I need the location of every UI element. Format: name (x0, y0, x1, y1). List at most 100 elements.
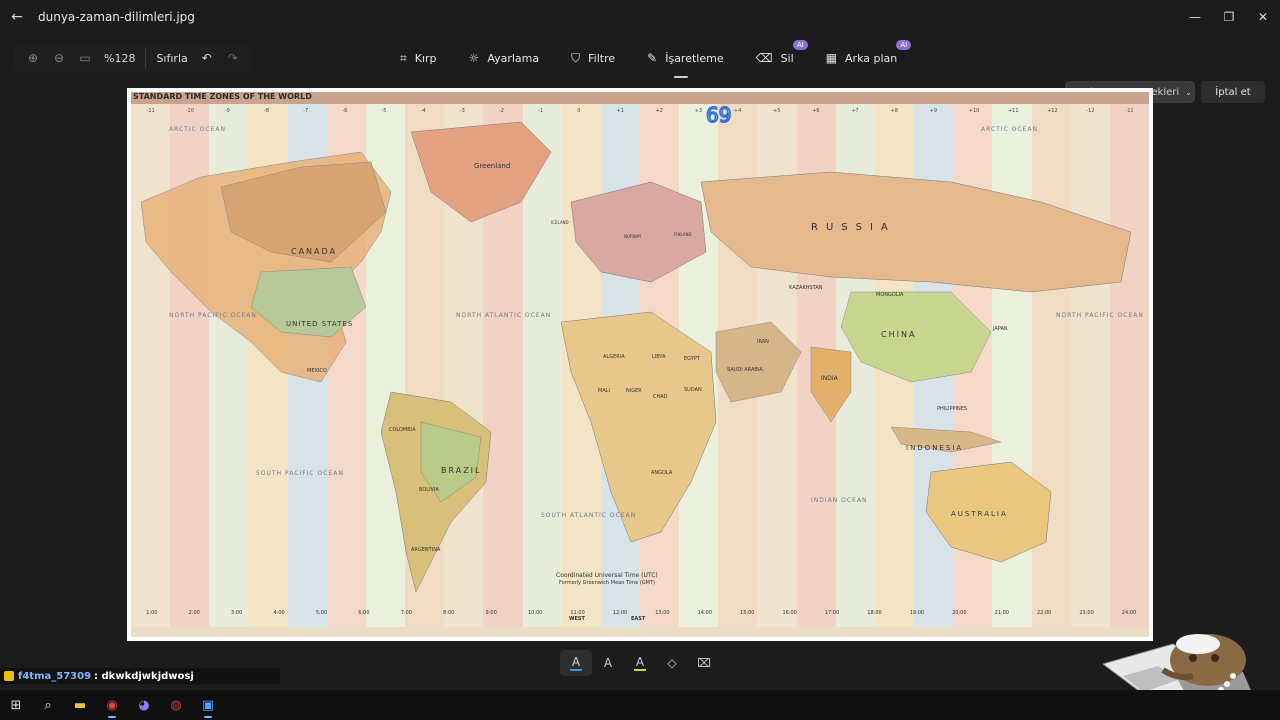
time-label: 19:00 (909, 610, 925, 616)
country-label: RUSSIA (811, 222, 896, 233)
fit-to-window-icon[interactable]: ▭ (72, 45, 98, 71)
time-label: 3:00 (231, 610, 243, 616)
start-windows-icon[interactable]: ⊞ (0, 690, 32, 720)
erase-icon: ⌫ (755, 51, 773, 65)
zone-label: 0 (577, 108, 581, 114)
cancel-button[interactable]: İptal et (1201, 81, 1265, 103)
clear-ink-icon: ⌧ (697, 656, 711, 670)
tool-label: İşaretleme (665, 51, 724, 65)
tool-erase[interactable]: ⌫ Sil AI (746, 40, 808, 72)
tool-label: Kırp (414, 51, 437, 65)
country-label: CANADA (291, 247, 338, 256)
image-canvas[interactable]: 69 STANDARD TIME ZONES OF THE WORLD -11 -… (127, 88, 1153, 641)
tool-label: Arka plan (845, 51, 898, 65)
zoom-in-icon[interactable]: ⊕ (20, 45, 46, 71)
tool-label: Ayarlama (487, 51, 540, 65)
chevron-down-icon: ⌄ (1185, 87, 1192, 97)
search-icon[interactable]: ⌕ (32, 690, 64, 720)
highlighter-tool[interactable]: A (624, 650, 656, 676)
markup-toolbar: A A A ◇ ⌧ (560, 650, 720, 676)
country-label: INDIA (821, 375, 838, 382)
time-zone-map: 69 STANDARD TIME ZONES OF THE WORLD -11 -… (131, 92, 1149, 637)
edit-tools: ⌗ Kırp ☼ Ayarlama ⛉ Filtre ✎ İşaretleme … (390, 40, 919, 78)
zone-label: -2 (498, 108, 504, 114)
world-landmasses: 69 (140, 102, 1132, 593)
zone-label: -7 (303, 108, 309, 114)
chat-message: : dkwkdjwkjdwosj (94, 670, 194, 682)
country-label: CHINA (881, 330, 917, 339)
country-label: COLOMBIA (389, 427, 416, 433)
pen-icon: A (569, 655, 583, 671)
taskbar: ⊞ ⌕ ▬ ◉ ◕ ◍ ▣ (0, 690, 1280, 720)
ocean-label: ARCTIC OCEAN (981, 126, 1038, 133)
bottom-time-labels: 1:00 2:00 3:00 4:00 5:00 6:00 7:00 8:00 9:00 10:0… (131, 610, 1149, 630)
time-label: 4:00 (273, 610, 285, 616)
tool-label: Sil (780, 51, 794, 65)
pencil-icon: A (603, 656, 613, 670)
tool-label: Filtre (588, 51, 616, 65)
minimize-icon[interactable]: — (1178, 0, 1212, 34)
country-label: ICELAND (551, 220, 569, 225)
photos-icon[interactable]: ▣ (192, 690, 224, 720)
ballpoint-pen-tool[interactable]: A (560, 650, 592, 676)
time-label: 9:00 (485, 610, 497, 616)
country-label: ARGENTINA (411, 547, 441, 553)
country-label: AUSTRALIA (951, 510, 1008, 518)
country-label: MONGOLIA (876, 292, 904, 298)
zone-label: -4 (420, 108, 426, 114)
country-label: ALGERIA (603, 354, 625, 360)
zone-label: +3 (694, 108, 703, 114)
discord-icon[interactable]: ◕ (128, 690, 160, 720)
africa-shape (560, 311, 717, 543)
tool-crop[interactable]: ⌗ Kırp (390, 44, 447, 72)
time-label: 7:00 (400, 610, 412, 616)
country-label: EGYPT (684, 356, 700, 362)
ai-badge: AI (792, 40, 808, 50)
time-label: 24:00 (1121, 610, 1137, 616)
tool-adjust[interactable]: ☼ Ayarlama (459, 44, 550, 72)
brightness-icon: ☼ (468, 51, 480, 65)
zone-label: +5 (773, 108, 781, 114)
zone-label: -1 (538, 108, 544, 114)
maximize-icon[interactable]: ❐ (1212, 0, 1246, 34)
time-label: 23:00 (1079, 610, 1094, 616)
undo-icon[interactable]: ↶ (194, 45, 220, 71)
redo-icon[interactable]: ↷ (220, 45, 246, 71)
clear-all-tool[interactable]: ⌧ (688, 650, 720, 676)
zone-label: -11 (1125, 108, 1134, 114)
tool-markup[interactable]: ✎ İşaretleme (637, 44, 733, 78)
pencil-tool[interactable]: A (592, 650, 624, 676)
zoom-out-icon[interactable]: ⊖ (46, 45, 72, 71)
time-label: 1:00 (146, 610, 158, 616)
utc-caption: Coordinated Universal Time (UTC) (556, 572, 658, 579)
zone-label: -12 (1086, 108, 1095, 114)
country-label: BRAZIL (441, 466, 482, 475)
zoom-group: ⊕ ⊖ ▭ %128 Sıfırla ↶ ↷ (14, 44, 252, 72)
time-label: 2:00 (188, 610, 200, 616)
country-label: NORWAY (624, 234, 642, 239)
country-label: ANGOLA (651, 470, 673, 476)
ocean-label: NORTH PACIFIC OCEAN (169, 312, 257, 319)
reset-button[interactable]: Sıfırla (150, 52, 193, 65)
eraser-icon: ◇ (667, 656, 677, 670)
top-zone-labels: -11 -10 -9 -8 -7 -6 -5 -4 -3 -2 -1 0 +1 +2 +3 +4 +5 +6 +7 +… (131, 108, 1149, 118)
zone-label: -11 (146, 108, 155, 114)
eraser-tool[interactable]: ◇ (656, 650, 688, 676)
zone-label: +11 (1007, 108, 1019, 114)
file-explorer-icon[interactable]: ▬ (64, 690, 96, 720)
russia-shape (700, 171, 1132, 293)
close-icon[interactable]: ✕ (1246, 0, 1280, 34)
back-arrow-icon[interactable]: ← (0, 0, 34, 34)
zone-label: -6 (342, 108, 348, 114)
country-label: MEXICO (307, 368, 327, 374)
time-label: 21:00 (994, 610, 1009, 616)
crop-icon: ⌗ (400, 50, 407, 65)
chrome-icon[interactable]: ◉ (96, 690, 128, 720)
country-label: MALI (598, 388, 610, 394)
zone-label: +6 (812, 108, 820, 114)
country-label: SAUDI ARABIA (727, 367, 763, 373)
time-label: 11:00 (570, 610, 585, 616)
tool-filter[interactable]: ⛉ Filtre (561, 44, 625, 72)
tool-background[interactable]: ▦ Arka plan AI (816, 40, 912, 72)
app-icon[interactable]: ◍ (160, 690, 192, 720)
